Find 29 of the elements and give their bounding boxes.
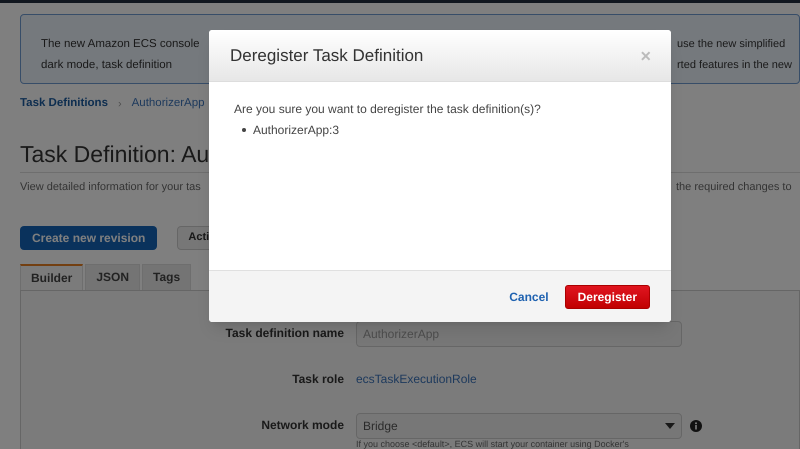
bullet-icon <box>242 128 246 132</box>
field-label: Network mode <box>260 416 345 434</box>
tab[interactable]: Builder <box>20 264 84 290</box>
banner-text: dark mode, task definition <box>41 58 172 73</box>
breadcrumb-separator: › <box>118 96 122 112</box>
dialog-title: Deregister Task Definition <box>230 44 424 67</box>
breadcrumb-item[interactable]: AuthorizerApp <box>132 95 205 113</box>
network-mode-select[interactable]: Bridge <box>356 412 682 438</box>
task-definition-item: AuthorizerApp:3 <box>253 122 340 139</box>
breadcrumb-link[interactable]: Task Definitions <box>20 95 108 113</box>
cancel-link[interactable]: Cancel <box>509 288 549 306</box>
confirmation-message: Are you sure you want to deregister the task definition(s)? <box>234 101 541 118</box>
dropdown-caret-icon <box>665 422 675 428</box>
field-label: Task role <box>291 370 345 388</box>
help-text: If you choose <default>, ECS will start your container using Docker's <box>356 438 630 448</box>
create-revision-button[interactable]: Create new revision <box>20 226 158 250</box>
banner-text: use the new simplified <box>677 37 786 52</box>
description: View detailed information for your tas <box>20 180 201 195</box>
field-label: Task definition name <box>224 324 345 342</box>
info-icon[interactable] <box>690 420 702 432</box>
banner-text: rted features in the new <box>677 58 792 73</box>
close-button[interactable]: × <box>640 46 651 64</box>
banner-text: The new Amazon ECS console <box>41 37 200 52</box>
description: the required changes to <box>675 180 793 195</box>
role-link[interactable]: ecsTaskExecutionRole <box>356 366 477 392</box>
tab[interactable]: JSON <box>85 264 140 290</box>
page-title: Task Definition: Au <box>20 140 210 169</box>
deregister-button[interactable]: Deregister <box>564 284 650 308</box>
tab[interactable]: Tags <box>142 264 192 290</box>
